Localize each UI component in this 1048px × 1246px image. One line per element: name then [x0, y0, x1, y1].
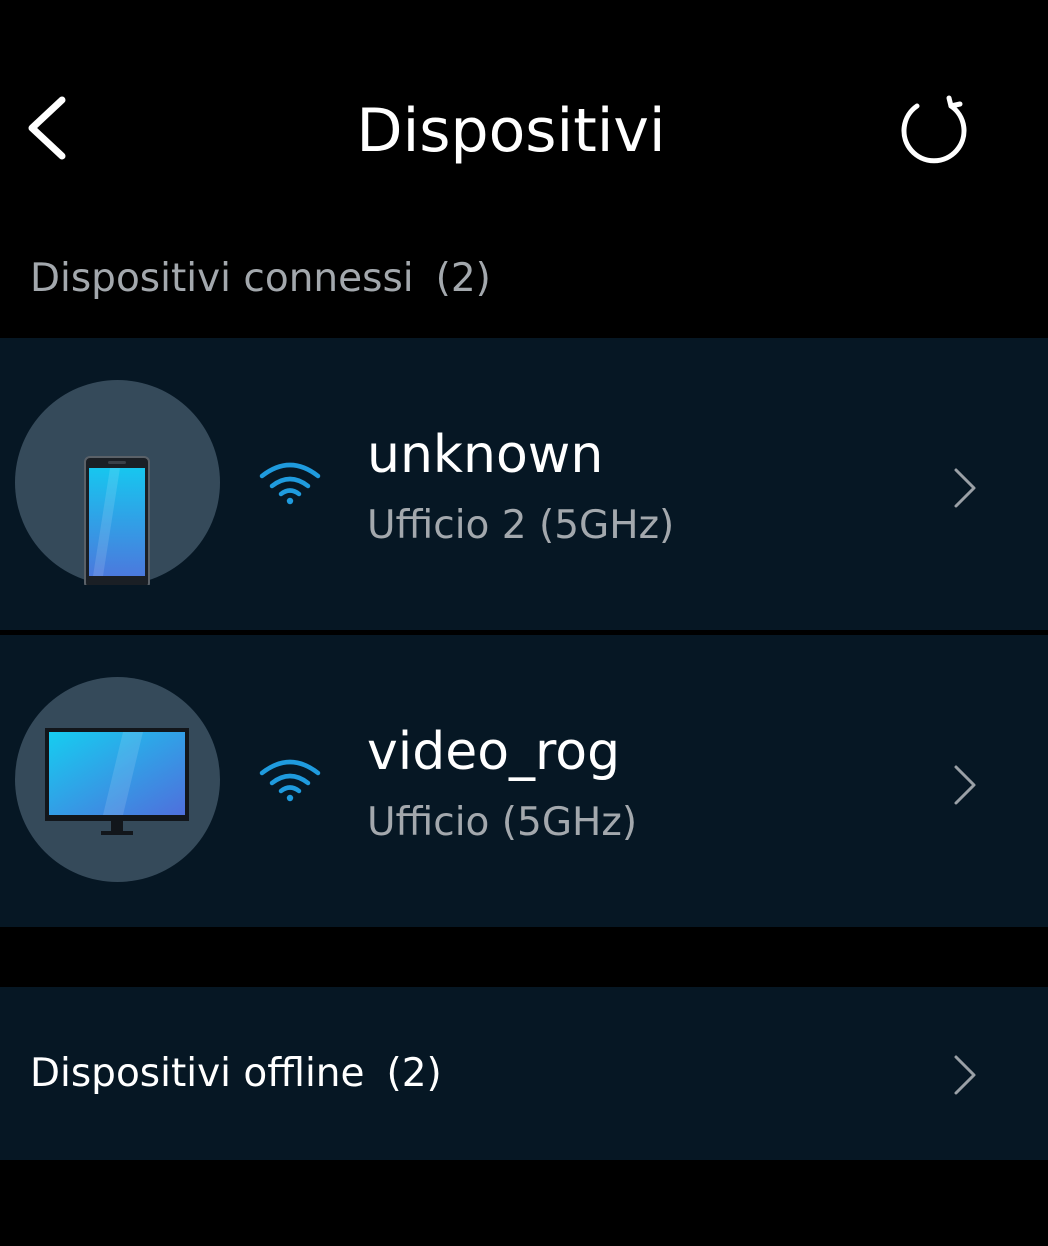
- offline-devices-label: Dispositivi offline: [30, 1051, 365, 1096]
- chevron-right-icon: [954, 1055, 976, 1095]
- offline-devices-heading: Dispositivi offline (2): [30, 1049, 442, 1099]
- wifi-icon: [259, 759, 321, 802]
- offline-devices-count: (2): [386, 1051, 442, 1096]
- smartphone-icon: [84, 456, 150, 585]
- app-header: Dispositivi: [0, 0, 1048, 230]
- device-location: Ufficio 2 (5GHz): [367, 503, 675, 548]
- refresh-icon: [901, 95, 967, 164]
- chevron-right-icon: [954, 468, 976, 508]
- connected-devices-count: (2): [435, 256, 491, 301]
- device-row-unknown[interactable]: unknown Ufficio 2 (5GHz): [0, 338, 1048, 630]
- offline-devices-row[interactable]: Dispositivi offline (2): [0, 987, 1048, 1160]
- device-avatar: [15, 677, 220, 882]
- connected-devices-label: Dispositivi connessi: [30, 256, 414, 301]
- chevron-right-icon: [954, 765, 976, 805]
- device-name: unknown: [367, 425, 604, 485]
- monitor-icon: [45, 728, 189, 835]
- page-title: Dispositivi: [356, 96, 666, 166]
- wifi-icon: [259, 462, 321, 505]
- device-row-video-rog[interactable]: video_rog Ufficio (5GHz): [0, 635, 1048, 927]
- connected-devices-heading: Dispositivi connessi (2): [30, 254, 491, 304]
- refresh-button[interactable]: [890, 92, 974, 168]
- device-location: Ufficio (5GHz): [367, 800, 638, 845]
- device-avatar: [15, 380, 220, 585]
- device-name: video_rog: [367, 722, 621, 782]
